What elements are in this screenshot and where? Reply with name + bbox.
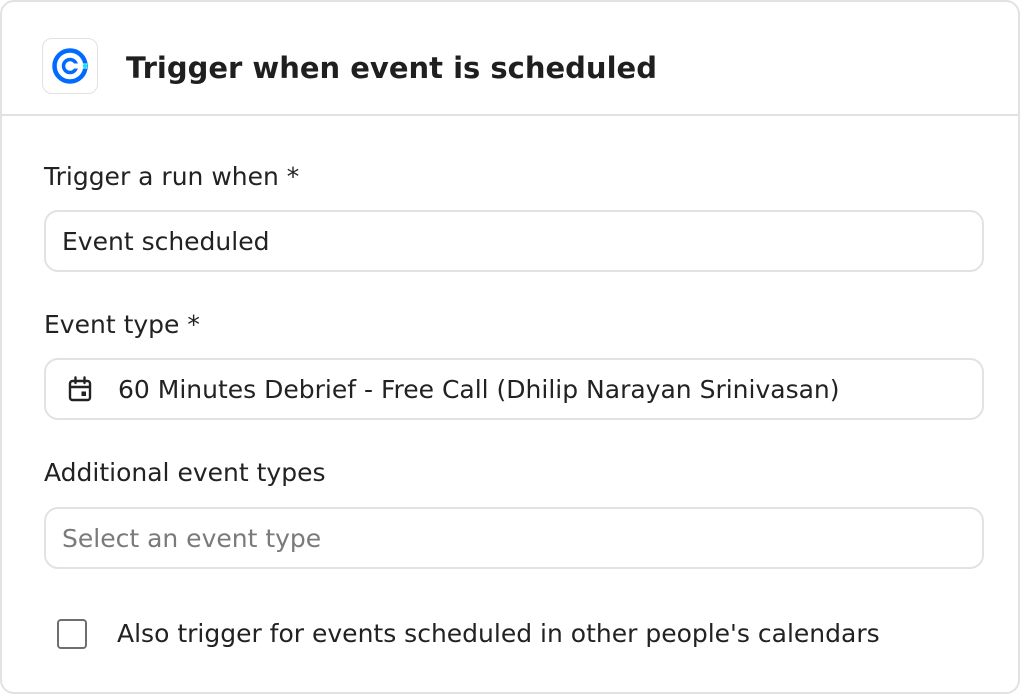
event-type-select-value: 60 Minutes Debrief - Free Call (Dhilip N… xyxy=(118,375,840,404)
trigger-select[interactable]: Event scheduled xyxy=(44,210,984,272)
trigger-config-card: Trigger when event is scheduled Trigger … xyxy=(0,0,1020,694)
additional-event-types-label: Additional event types xyxy=(44,458,326,487)
page-title: Trigger when event is scheduled xyxy=(126,51,657,85)
calendly-logo-icon xyxy=(42,38,98,94)
trigger-select-value: Event scheduled xyxy=(62,227,270,256)
event-type-select[interactable]: 60 Minutes Debrief - Free Call (Dhilip N… xyxy=(44,358,984,420)
other-calendars-checkbox[interactable] xyxy=(57,619,87,649)
trigger-field-label: Trigger a run when * xyxy=(44,162,300,191)
additional-event-types-placeholder: Select an event type xyxy=(62,524,322,553)
calendar-icon xyxy=(68,376,92,402)
other-calendars-checkbox-label[interactable]: Also trigger for events scheduled in oth… xyxy=(117,617,880,651)
event-type-field-label: Event type * xyxy=(44,310,200,339)
card-header: Trigger when event is scheduled xyxy=(2,2,1018,116)
additional-event-types-select[interactable]: Select an event type xyxy=(44,507,984,569)
